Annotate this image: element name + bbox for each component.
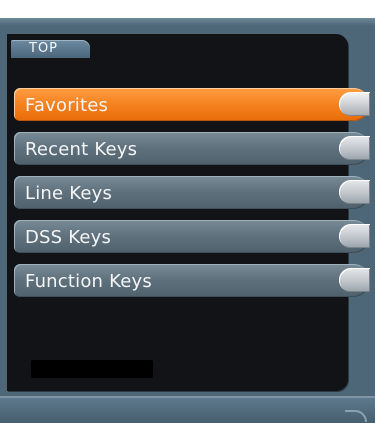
slider-knob-icon <box>339 224 370 248</box>
redacted-text <box>31 360 153 378</box>
slider-knob-icon <box>339 136 370 160</box>
top-tab[interactable]: TOP <box>11 40 90 58</box>
menu-item-favorites[interactable]: Favorites <box>14 88 370 121</box>
top-strip <box>0 0 375 26</box>
slider-knob-icon <box>339 180 370 204</box>
menu-item-label: DSS Keys <box>25 227 112 248</box>
menu-item-recent-keys[interactable]: Recent Keys <box>14 132 370 165</box>
menu-item-line-keys[interactable]: Line Keys <box>14 176 370 209</box>
menu-item-function-keys[interactable]: Function Keys <box>14 264 370 297</box>
menu-item-label: Favorites <box>25 95 109 116</box>
bottom-bar <box>0 396 375 423</box>
menu-item-label: Function Keys <box>25 271 152 292</box>
menu-item-label: Recent Keys <box>25 139 138 160</box>
key-menu: Favorites Recent Keys Line Keys DSS Keys… <box>14 88 370 308</box>
slider-knob-icon <box>339 92 370 116</box>
menu-item-dss-keys[interactable]: DSS Keys <box>14 220 370 253</box>
slider-knob-icon <box>339 268 370 292</box>
top-tab-label: TOP <box>29 41 59 56</box>
menu-item-label: Line Keys <box>25 183 113 204</box>
